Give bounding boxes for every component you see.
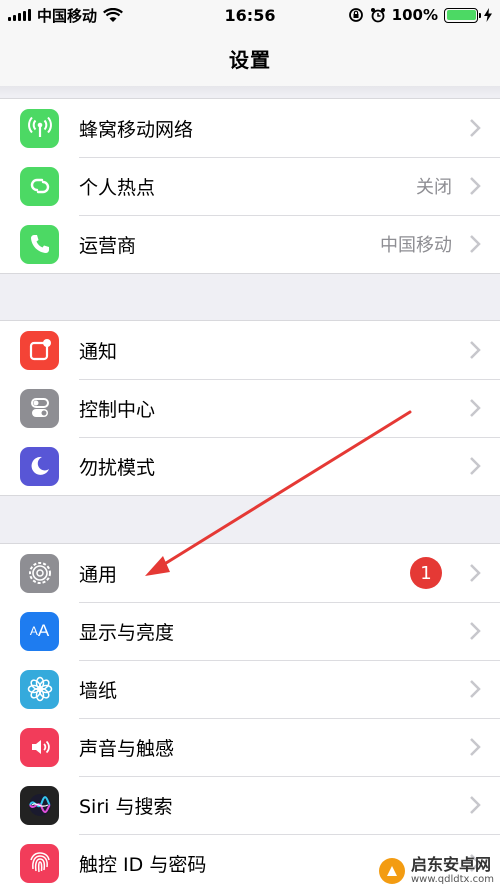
watermark-text: 启东安卓网 www.qdldtx.com bbox=[411, 856, 494, 885]
page-title: 设置 bbox=[229, 47, 271, 72]
fingerprint-icon bbox=[20, 843, 59, 883]
chevron-right-icon bbox=[470, 119, 481, 137]
text-size-icon: AA bbox=[20, 611, 59, 651]
wifi-icon bbox=[103, 7, 123, 22]
carrier-label: 中国移动 bbox=[37, 6, 98, 25]
charging-icon bbox=[484, 8, 492, 22]
row-label: 控制中心 bbox=[79, 398, 156, 421]
row-label: 通用 bbox=[79, 563, 118, 586]
watermark-url: www.qdldtx.com bbox=[411, 874, 494, 885]
row-do-not-disturb[interactable]: 勿扰模式 bbox=[0, 437, 500, 495]
gear-icon bbox=[20, 553, 59, 593]
settings-group-network: 蜂窝移动网络 个人热点 关闭 运营商 中国移动 bbox=[0, 98, 500, 274]
chevron-right-icon bbox=[470, 399, 481, 417]
row-wallpaper[interactable]: 墙纸 bbox=[0, 660, 500, 718]
battery-percent: 100% bbox=[391, 6, 438, 24]
row-label: 个人热点 bbox=[79, 176, 156, 199]
watermark-name: 启东安卓网 bbox=[411, 855, 492, 875]
chevron-right-icon bbox=[470, 564, 481, 582]
toggles-icon bbox=[20, 388, 59, 428]
chevron-right-icon bbox=[470, 738, 481, 756]
row-label: 显示与亮度 bbox=[79, 621, 175, 644]
nav-divider bbox=[0, 86, 500, 96]
status-bar: 中国移动 16:56 100% bbox=[0, 0, 500, 30]
settings-group-general: 通用 1 AA 显示与亮度 墙纸 声音与触感 Siri 与搜索 触控 ID 与密… bbox=[0, 543, 500, 889]
update-badge: 1 bbox=[410, 557, 442, 589]
alarm-icon bbox=[370, 8, 385, 23]
row-notifications[interactable]: 通知 bbox=[0, 321, 500, 379]
nav-bar: 设置 bbox=[0, 30, 500, 86]
moon-icon bbox=[20, 446, 59, 486]
watermark-logo-icon bbox=[379, 857, 405, 884]
row-label: 墙纸 bbox=[79, 679, 118, 702]
row-siri-search[interactable]: Siri 与搜索 bbox=[0, 776, 500, 834]
row-detail: 中国移动 bbox=[380, 235, 452, 256]
watermark: 启东安卓网 www.qdldtx.com bbox=[379, 856, 494, 885]
row-label: 运营商 bbox=[79, 234, 137, 257]
chevron-right-icon bbox=[470, 680, 481, 698]
row-control-center[interactable]: 控制中心 bbox=[0, 379, 500, 437]
row-label: Siri 与搜索 bbox=[79, 795, 173, 818]
row-carrier[interactable]: 运营商 中国移动 bbox=[0, 215, 500, 273]
siri-icon bbox=[20, 785, 59, 825]
notification-icon bbox=[20, 330, 59, 370]
chevron-right-icon bbox=[470, 235, 481, 253]
row-label: 声音与触感 bbox=[79, 737, 175, 760]
status-right: 100% bbox=[348, 6, 492, 24]
rotation-lock-icon bbox=[348, 8, 363, 22]
speaker-icon bbox=[20, 727, 59, 767]
row-display-brightness[interactable]: AA 显示与亮度 bbox=[0, 602, 500, 660]
settings-group-notifications: 通知 控制中心 勿扰模式 bbox=[0, 320, 500, 496]
row-cellular[interactable]: 蜂窝移动网络 bbox=[0, 99, 500, 157]
chevron-right-icon bbox=[470, 796, 481, 814]
chevron-right-icon bbox=[470, 622, 481, 640]
antenna-icon bbox=[20, 108, 59, 148]
battery-level bbox=[446, 10, 476, 20]
status-left: 中国移动 bbox=[8, 5, 123, 26]
row-detail: 关闭 bbox=[416, 177, 452, 198]
row-label: 通知 bbox=[79, 340, 118, 363]
row-label: 触控 ID 与密码 bbox=[79, 853, 207, 876]
flower-icon bbox=[20, 669, 59, 709]
row-hotspot[interactable]: 个人热点 关闭 bbox=[0, 157, 500, 215]
chevron-right-icon bbox=[470, 177, 481, 195]
row-label: 勿扰模式 bbox=[79, 456, 156, 479]
hotspot-icon bbox=[20, 166, 59, 206]
phone-icon bbox=[20, 224, 59, 264]
row-sounds-haptics[interactable]: 声音与触感 bbox=[0, 718, 500, 776]
signal-icon bbox=[8, 9, 31, 21]
row-general[interactable]: 通用 1 bbox=[0, 544, 500, 602]
chevron-right-icon bbox=[470, 457, 481, 475]
chevron-right-icon bbox=[470, 341, 481, 359]
row-label: 蜂窝移动网络 bbox=[79, 118, 194, 141]
battery-icon bbox=[444, 7, 481, 23]
